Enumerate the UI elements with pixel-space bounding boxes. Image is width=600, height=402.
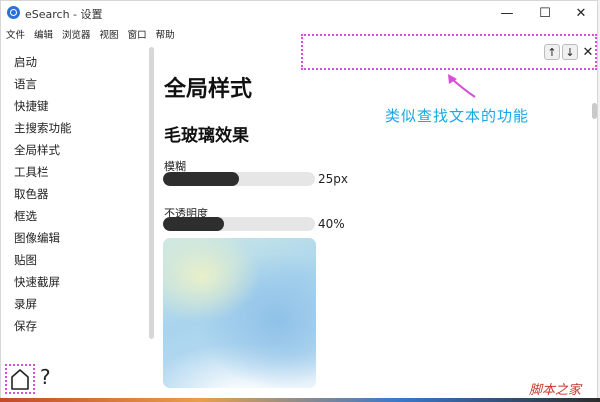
arrow-up-icon: ↑ <box>547 45 557 59</box>
home-icon <box>11 369 29 390</box>
desktop-wallpaper-strip <box>0 398 600 402</box>
maximize-button[interactable]: ☐ <box>527 1 563 25</box>
settings-window: eSearch - 设置 — ☐ ✕ 文件 编辑 浏览器 视图 窗口 帮助 启动… <box>0 0 598 400</box>
find-input[interactable] <box>307 42 543 64</box>
home-button[interactable] <box>5 364 35 394</box>
minimize-button[interactable]: — <box>489 1 525 25</box>
close-icon: ✕ <box>582 44 594 60</box>
sidebar-item-main-search[interactable]: 主搜索功能 <box>14 120 72 136</box>
menu-browser[interactable]: 浏览器 <box>57 25 95 43</box>
find-bar: ↑ ↓ ✕ <box>301 34 597 70</box>
menu-window[interactable]: 窗口 <box>123 25 151 43</box>
find-close-button[interactable]: ✕ <box>580 44 596 60</box>
sidebar-item-quick-screenshot[interactable]: 快速截屏 <box>14 274 60 290</box>
blur-value: 25px <box>318 172 348 186</box>
sidebar-item-save[interactable]: 保存 <box>14 318 37 334</box>
annotation-text: 类似查找文本的功能 <box>385 107 530 125</box>
arrow-down-icon: ↓ <box>565 45 575 59</box>
menu-bar: 文件 编辑 浏览器 视图 窗口 帮助 <box>1 25 179 43</box>
sidebar-item-language[interactable]: 语言 <box>14 76 37 92</box>
sidebar-item-pin[interactable]: 贴图 <box>14 252 37 268</box>
menu-view[interactable]: 视图 <box>95 25 123 43</box>
sidebar-item-color-picker[interactable]: 取色器 <box>14 186 49 202</box>
content-scrollbar[interactable] <box>592 103 597 119</box>
opacity-value: 40% <box>318 217 345 231</box>
sidebar-scrollbar[interactable] <box>149 47 154 339</box>
section-title: 毛玻璃效果 <box>164 126 249 146</box>
blur-slider[interactable] <box>163 172 315 186</box>
sidebar-item-shortcuts[interactable]: 快捷键 <box>14 98 49 114</box>
opacity-slider-fill <box>163 217 224 231</box>
menu-file[interactable]: 文件 <box>1 25 29 43</box>
find-previous-button[interactable]: ↑ <box>544 44 560 60</box>
menu-help[interactable]: 帮助 <box>151 25 179 43</box>
sidebar-item-startup[interactable]: 启动 <box>14 54 37 70</box>
sidebar-item-selection[interactable]: 框选 <box>14 208 37 224</box>
frosted-glass-preview <box>163 238 316 388</box>
sidebar-item-toolbar[interactable]: 工具栏 <box>14 164 49 180</box>
page-title: 全局样式 <box>164 77 253 102</box>
watermark: 脚本之家 <box>529 383 582 398</box>
find-next-button[interactable]: ↓ <box>562 44 578 60</box>
sidebar-item-global-style[interactable]: 全局样式 <box>14 142 60 158</box>
blur-slider-fill <box>163 172 239 186</box>
settings-content: 全局样式 毛玻璃效果 模糊 25px 不透明度 40% <box>161 45 597 399</box>
title-bar: eSearch - 设置 — ☐ ✕ <box>1 1 597 25</box>
annotation-arrow-icon <box>448 74 476 98</box>
esearch-logo-icon <box>7 6 20 19</box>
window-title: eSearch - 设置 <box>25 8 103 21</box>
menu-edit[interactable]: 编辑 <box>29 25 57 43</box>
sidebar-item-image-edit[interactable]: 图像编辑 <box>14 230 60 246</box>
close-button[interactable]: ✕ <box>563 1 597 25</box>
help-button[interactable]: ? <box>40 365 51 389</box>
sidebar-item-screen-record[interactable]: 录屏 <box>14 296 37 312</box>
opacity-slider[interactable] <box>163 217 315 231</box>
